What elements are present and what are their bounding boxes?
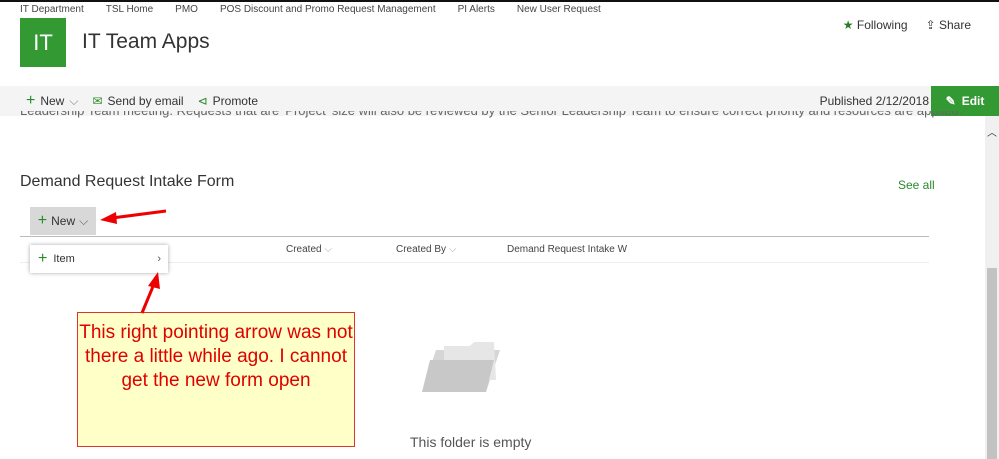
- annotation-callout: This right pointing arrow was not there …: [77, 312, 355, 447]
- share-button[interactable]: ⇪ Share: [926, 18, 971, 32]
- nav-pmo[interactable]: PMO: [175, 4, 198, 15]
- chevron-down-icon: ⌵: [324, 244, 332, 255]
- chevron-right-icon[interactable]: ›: [157, 253, 161, 265]
- share-label: Share: [938, 18, 971, 32]
- column-created[interactable]: Created ⌵: [286, 244, 332, 255]
- scroll-up-icon[interactable]: ︿: [987, 124, 997, 139]
- arrow-line: [111, 209, 167, 220]
- list-new-label: New: [51, 214, 76, 228]
- divider: [20, 236, 929, 237]
- chevron-down-icon: ⌵: [69, 93, 79, 108]
- list-title[interactable]: Demand Request Intake Form: [20, 173, 234, 191]
- plus-icon: +: [38, 250, 48, 267]
- new-button[interactable]: + New ⌵: [26, 92, 78, 110]
- scrollbar[interactable]: ︿: [985, 116, 999, 459]
- chevron-down-icon: ⌵: [79, 213, 89, 228]
- see-all-link[interactable]: See all: [898, 178, 935, 192]
- nav-pi-alerts[interactable]: PI Alerts: [458, 4, 495, 15]
- top-nav: IT Department TSL Home PMO POS Discount …: [20, 4, 601, 15]
- col-label: Created By: [396, 244, 447, 255]
- published-status: Published 2/12/2018: [819, 94, 929, 108]
- site-logo[interactable]: IT: [20, 18, 66, 67]
- pencil-icon: ✎: [945, 94, 956, 108]
- column-demand-request[interactable]: Demand Request Intake W: [507, 244, 627, 255]
- site-title[interactable]: IT Team Apps: [82, 30, 210, 54]
- star-icon: ★: [842, 18, 854, 32]
- arrow-head: [100, 212, 117, 224]
- plus-icon: +: [37, 212, 48, 229]
- nav-new-user-request[interactable]: New User Request: [517, 4, 601, 15]
- send-label: Send by email: [107, 94, 184, 108]
- share-icon: ⇪: [925, 18, 936, 32]
- plus-icon: +: [26, 92, 36, 109]
- new-menu-item[interactable]: + Item ›: [30, 245, 168, 273]
- following-label: Following: [856, 18, 908, 32]
- col-label: Created: [286, 244, 322, 255]
- promote-label: Promote: [212, 94, 258, 108]
- nav-it-department[interactable]: IT Department: [20, 4, 84, 15]
- following-button[interactable]: ★ Following: [843, 18, 908, 32]
- new-label: New: [40, 94, 65, 108]
- list-new-button[interactable]: + New ⌵: [30, 207, 96, 235]
- column-created-by[interactable]: Created By ⌵: [396, 244, 456, 255]
- edit-label: Edit: [961, 94, 985, 108]
- item-label: Item: [53, 253, 75, 265]
- scrollbar-thumb[interactable]: [987, 268, 997, 459]
- arrow-head: [148, 272, 160, 289]
- megaphone-icon: ⊲: [197, 94, 208, 108]
- nav-pos-discount[interactable]: POS Discount and Promo Request Managemen…: [220, 4, 436, 15]
- body-text: Leadership Team meeting. Requests that a…: [20, 111, 962, 119]
- top-border: [0, 0, 999, 2]
- mail-icon: ✉: [92, 94, 103, 108]
- send-by-email-button[interactable]: ✉ Send by email: [92, 94, 183, 108]
- promote-button[interactable]: ⊲ Promote: [198, 94, 258, 108]
- nav-tsl-home[interactable]: TSL Home: [106, 4, 153, 15]
- empty-message: This folder is empty: [410, 434, 532, 450]
- arrow-line: [140, 283, 156, 314]
- chevron-down-icon: ⌵: [448, 244, 457, 255]
